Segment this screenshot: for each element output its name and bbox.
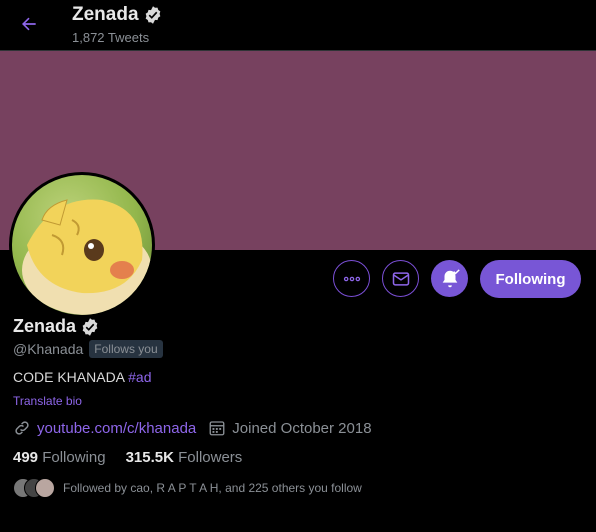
following-stat[interactable]: 499 Following bbox=[13, 449, 106, 466]
header-title: Zenada bbox=[72, 4, 163, 26]
profile-meta: youtube.com/c/khanada Joined October 201… bbox=[13, 419, 372, 437]
more-button[interactable] bbox=[333, 260, 370, 297]
translate-bio-link[interactable]: Translate bio bbox=[13, 394, 82, 408]
top-bar: Zenada 1,872 Tweets bbox=[0, 0, 596, 51]
following-button[interactable]: Following bbox=[480, 260, 581, 298]
more-icon bbox=[343, 276, 360, 281]
calendar-icon bbox=[209, 421, 225, 436]
bell-icon bbox=[442, 268, 460, 287]
verified-badge-icon bbox=[145, 6, 160, 24]
avatar[interactable] bbox=[9, 172, 155, 318]
mail-icon bbox=[392, 271, 409, 286]
followed-by-row[interactable]: Followed by cao, R A P T A H, and 225 ot… bbox=[13, 478, 362, 498]
followers-count: 315.5K bbox=[125, 449, 174, 466]
following-count: 499 bbox=[13, 449, 39, 466]
back-button[interactable] bbox=[14, 9, 44, 39]
joined-date: Joined October 2018 bbox=[232, 419, 372, 437]
handle-row: @Khanada Follows you bbox=[13, 340, 163, 358]
verified-badge-icon bbox=[82, 317, 98, 336]
mini-avatar bbox=[35, 478, 55, 498]
follows-you-badge: Follows you bbox=[89, 340, 163, 358]
message-button[interactable] bbox=[382, 260, 419, 297]
following-label: Following bbox=[42, 449, 106, 466]
header-name: Zenada bbox=[72, 4, 139, 25]
bio-hashtag[interactable]: #ad bbox=[128, 369, 151, 385]
profile-bio: CODE KHANADA #ad bbox=[13, 369, 152, 385]
followed-by-text: Followed by cao, R A P T A H, and 225 ot… bbox=[63, 481, 362, 495]
followers-stat[interactable]: 315.5K Followers bbox=[126, 449, 243, 466]
profile-name-row: Zenada bbox=[13, 316, 100, 337]
link-icon bbox=[15, 421, 29, 435]
notifications-button[interactable] bbox=[431, 260, 468, 297]
back-arrow-icon bbox=[22, 17, 36, 31]
profile-handle: @Khanada bbox=[13, 341, 84, 357]
profile-name: Zenada bbox=[13, 316, 77, 336]
tweet-count: 1,872 Tweets bbox=[72, 30, 150, 45]
avatar-image bbox=[12, 175, 152, 315]
bio-text: CODE KHANADA bbox=[13, 369, 125, 385]
follow-stats: 499 Following 315.5K Followers bbox=[13, 449, 242, 466]
website-link[interactable]: youtube.com/c/khanada bbox=[37, 420, 196, 437]
followed-by-avatars bbox=[13, 478, 55, 498]
followers-label: Followers bbox=[178, 449, 243, 466]
